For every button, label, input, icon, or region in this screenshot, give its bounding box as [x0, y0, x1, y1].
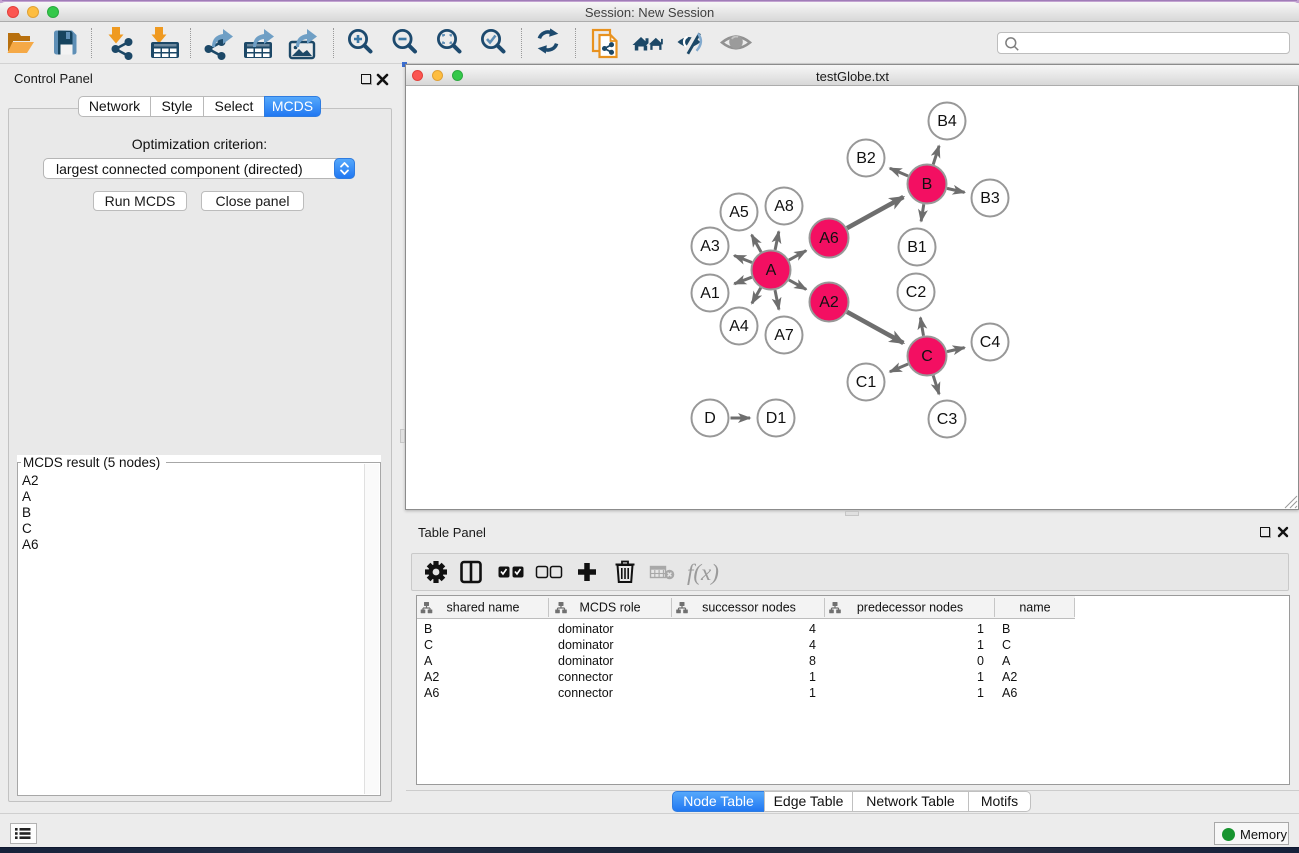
svg-text:1: 1 — [977, 622, 984, 636]
svg-text:MCDS role: MCDS role — [579, 601, 640, 615]
svg-text:B1: B1 — [907, 239, 927, 256]
svg-text:1: 1 — [809, 686, 816, 700]
svg-text:f(x): f(x) — [687, 560, 719, 585]
svg-text:0: 0 — [977, 654, 984, 668]
svg-text:shared name: shared name — [447, 601, 520, 615]
svg-text:predecessor nodes: predecessor nodes — [857, 601, 963, 615]
svg-text:C2: C2 — [906, 284, 927, 301]
svg-text:A1: A1 — [700, 285, 720, 302]
svg-text:8: 8 — [809, 654, 816, 668]
svg-text:C4: C4 — [980, 334, 1001, 351]
svg-text:A6: A6 — [424, 686, 439, 700]
svg-text:A2: A2 — [424, 670, 439, 684]
svg-text:C: C — [424, 638, 433, 652]
svg-text:C: C — [1002, 638, 1011, 652]
svg-text:dominator: dominator — [558, 638, 614, 652]
svg-text:B4: B4 — [937, 113, 957, 130]
svg-text:connector: connector — [558, 686, 613, 700]
svg-text:A8: A8 — [774, 198, 794, 215]
svg-text:A5: A5 — [729, 204, 749, 221]
svg-text:B: B — [922, 176, 933, 193]
svg-text:name: name — [1019, 601, 1050, 615]
svg-text:A: A — [766, 262, 777, 279]
svg-text:1: 1 — [977, 638, 984, 652]
svg-text:A2: A2 — [1002, 670, 1017, 684]
svg-text:A6: A6 — [1002, 686, 1017, 700]
svg-text:1: 1 — [977, 686, 984, 700]
svg-text:A6: A6 — [819, 230, 839, 247]
svg-text:A3: A3 — [700, 238, 720, 255]
svg-text:dominator: dominator — [558, 654, 614, 668]
svg-text:D1: D1 — [766, 410, 787, 427]
svg-text:C1: C1 — [856, 374, 877, 391]
svg-text:connector: connector — [558, 670, 613, 684]
svg-text:A7: A7 — [774, 327, 794, 344]
svg-text:A4: A4 — [729, 318, 749, 335]
svg-text:A: A — [1002, 654, 1011, 668]
svg-text:4: 4 — [809, 638, 816, 652]
svg-text:1: 1 — [809, 670, 816, 684]
svg-text:A2: A2 — [819, 294, 839, 311]
svg-text:C: C — [921, 348, 933, 365]
svg-text:dominator: dominator — [558, 622, 614, 636]
svg-text:D: D — [704, 410, 716, 427]
svg-text:B: B — [1002, 622, 1010, 636]
svg-text:successor nodes: successor nodes — [702, 601, 796, 615]
svg-text:B3: B3 — [980, 190, 1000, 207]
svg-text:B: B — [424, 622, 432, 636]
svg-text:4: 4 — [809, 622, 816, 636]
svg-text:1: 1 — [977, 670, 984, 684]
svg-text:B2: B2 — [856, 150, 876, 167]
svg-text:C3: C3 — [937, 411, 958, 428]
svg-text:A: A — [424, 654, 433, 668]
